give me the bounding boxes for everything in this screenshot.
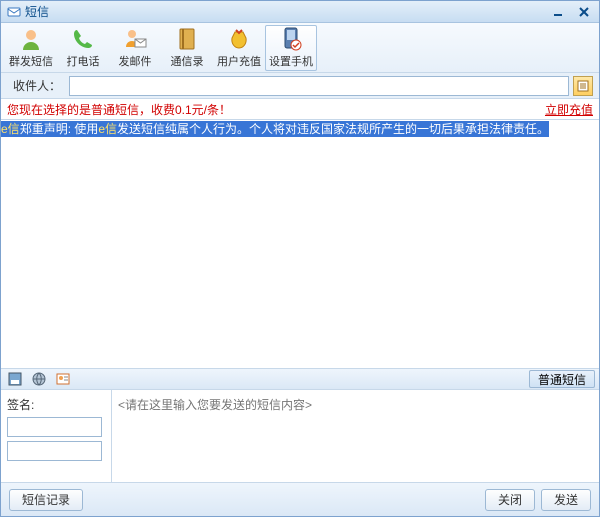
- toolbar-group-sms[interactable]: 群发短信: [5, 25, 57, 71]
- minimize-button[interactable]: [549, 5, 567, 19]
- mail-person-icon: [122, 26, 148, 52]
- toolbar-call[interactable]: 打电话: [57, 25, 109, 71]
- toolbar-label: 群发短信: [9, 53, 53, 69]
- toolbar-label: 用户充值: [217, 53, 261, 69]
- toolbar-label: 通信录: [171, 53, 204, 69]
- button-label: 关闭: [498, 491, 522, 508]
- signature-input-1[interactable]: [7, 417, 102, 437]
- window-title: 短信: [25, 3, 549, 20]
- toolbar-recharge[interactable]: 用户充值: [213, 25, 265, 71]
- notice-text: 郑重声明: 使用: [20, 122, 99, 136]
- toolbar-label: 发邮件: [119, 53, 152, 69]
- sms-window: 短信 群发短信 打电话 发邮件 通信录 用户充值 设置手机: [0, 0, 600, 517]
- recipient-input[interactable]: [69, 76, 569, 96]
- send-button[interactable]: 发送: [541, 489, 591, 511]
- titlebar: 短信: [1, 1, 599, 23]
- status-row: 您现在选择的是普通短信，收费0.1元/条！ 立即充值: [1, 99, 599, 119]
- notice-brand: e信: [1, 122, 20, 136]
- notice-highlight: e信郑重声明: 使用e信发送短信纯属个人行为。个人将对违反国家法规所产生的一切后…: [1, 121, 549, 137]
- sms-type-label: 普通短信: [538, 371, 586, 388]
- sms-type-button[interactable]: 普通短信: [529, 370, 595, 388]
- toolbar-email[interactable]: 发邮件: [109, 25, 161, 71]
- message-input[interactable]: [111, 390, 599, 482]
- message-display-area: e信郑重声明: 使用e信发送短信纯属个人行为。个人将对违反国家法规所产生的一切后…: [1, 119, 599, 368]
- phone-icon: [70, 26, 96, 52]
- status-text: 您现在选择的是普通短信，收费0.1元/条！: [7, 101, 545, 118]
- person-icon: [18, 26, 44, 52]
- notice-brand: e信: [98, 122, 117, 136]
- toolbar-phone-settings[interactable]: 设置手机: [265, 25, 317, 71]
- app-icon: [7, 5, 21, 19]
- close-button[interactable]: [575, 5, 593, 19]
- addressbook-icon: [174, 26, 200, 52]
- history-button[interactable]: 短信记录: [9, 489, 83, 511]
- recipient-label: 收件人：: [7, 77, 65, 94]
- footer: 短信记录 关闭 发送: [1, 482, 599, 516]
- notice-text: 发送短信纯属个人行为。个人将对违反国家法规所产生的一切后果承担法律责任。: [117, 122, 549, 136]
- compose-area: 签名:: [1, 390, 599, 482]
- signature-column: 签名:: [1, 390, 111, 482]
- window-controls: [549, 5, 593, 19]
- globe-icon[interactable]: [29, 370, 49, 388]
- contact-card-icon[interactable]: [53, 370, 73, 388]
- toolbar-label: 设置手机: [269, 53, 313, 69]
- signature-label: 签名:: [7, 396, 105, 413]
- toolbar: 群发短信 打电话 发邮件 通信录 用户充值 设置手机: [1, 23, 599, 73]
- signature-input-2[interactable]: [7, 441, 102, 461]
- money-bag-icon: [226, 26, 252, 52]
- button-label: 短信记录: [22, 491, 70, 508]
- close-window-button[interactable]: 关闭: [485, 489, 535, 511]
- recipient-row: 收件人：: [1, 73, 599, 99]
- mobile-settings-icon: [278, 26, 304, 52]
- recharge-link[interactable]: 立即充值: [545, 101, 593, 118]
- compose-toolbar: 普通短信: [1, 368, 599, 390]
- button-label: 发送: [554, 491, 578, 508]
- toolbar-label: 打电话: [67, 53, 100, 69]
- toolbar-contacts[interactable]: 通信录: [161, 25, 213, 71]
- contacts-picker-button[interactable]: [573, 76, 593, 96]
- save-icon[interactable]: [5, 370, 25, 388]
